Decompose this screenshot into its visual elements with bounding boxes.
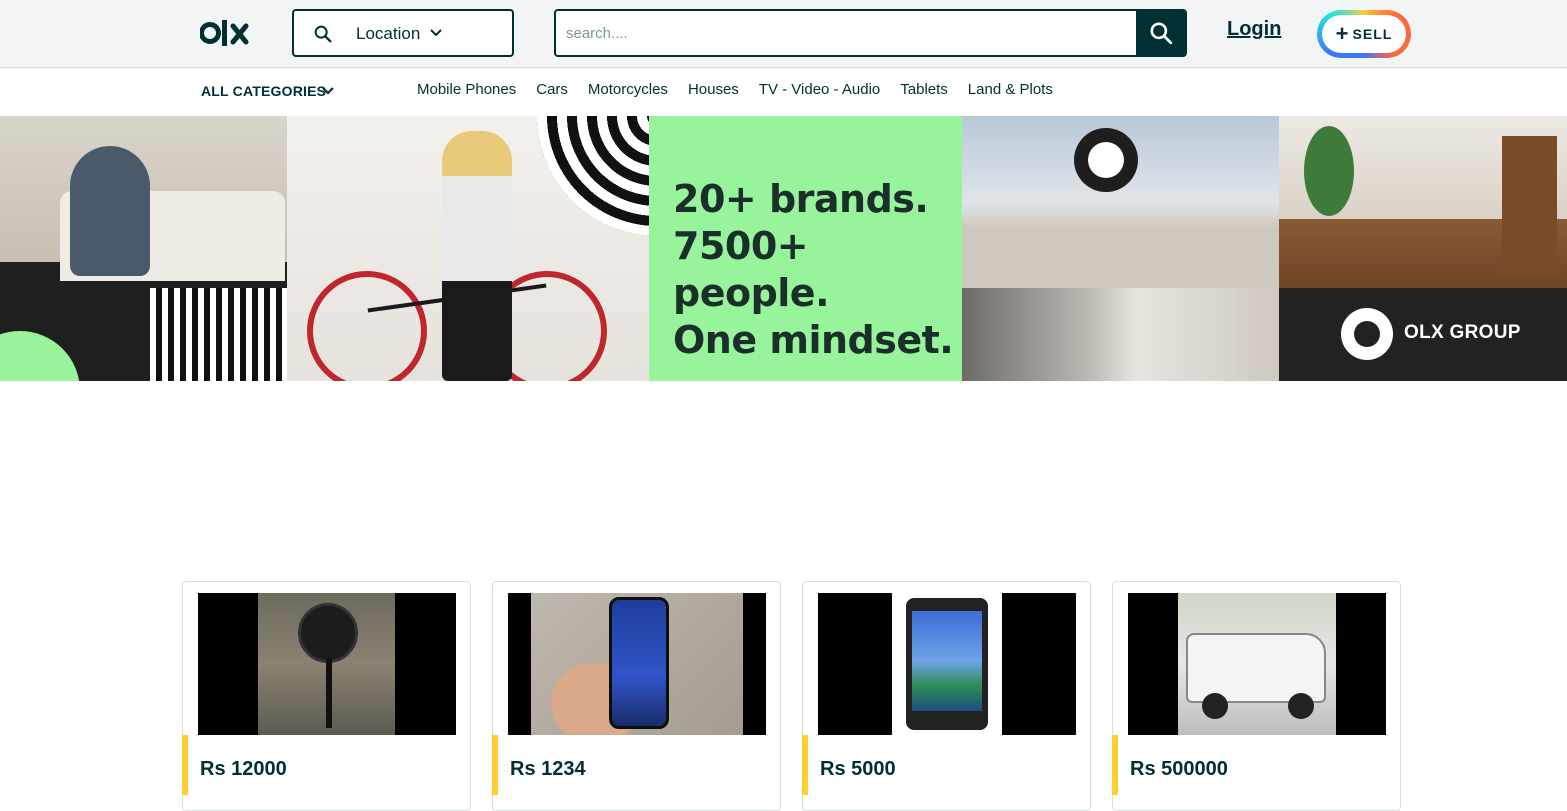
banner-group-logo-panel: OLX GROUP — [1279, 288, 1567, 381]
banner-room-photo — [1279, 116, 1567, 288]
plant-shape — [1304, 126, 1354, 216]
car-wheel — [1202, 693, 1228, 719]
price-accent — [182, 735, 188, 795]
listing-card[interactable]: Rs 12000 — [182, 581, 471, 811]
person-shape — [70, 146, 150, 276]
listing-grid: Rs 12000 Rs 1234 Rs 5000 Rs 500000 — [182, 581, 1401, 811]
car-image — [1178, 593, 1336, 735]
car-body — [1186, 633, 1326, 703]
olx-group-text: OLX GROUP — [1404, 322, 1521, 343]
listing-price: Rs 12000 — [200, 758, 287, 780]
olx-group-logo-icon — [1341, 308, 1393, 360]
smartphone-image — [531, 593, 743, 735]
search-input[interactable] — [556, 11, 1138, 55]
listing-image — [198, 593, 456, 735]
stripe-pattern — [150, 288, 287, 381]
promo-banner[interactable]: 20+ brands. 7500+ people. One mindset. O… — [0, 116, 1567, 381]
price-accent — [492, 735, 498, 795]
pedestal-fan-image — [258, 593, 395, 735]
banner-family-photo — [0, 116, 287, 381]
listing-image — [818, 593, 1076, 735]
category-link-cars[interactable]: Cars — [536, 81, 568, 98]
concentric-arcs — [537, 116, 649, 236]
search-button[interactable] — [1136, 11, 1185, 55]
category-bar: ALL CATEGORIES Mobile Phones Cars Motorc… — [0, 69, 1567, 116]
plus-icon: + — [1335, 21, 1349, 46]
price-accent — [802, 735, 808, 795]
listing-price: Rs 5000 — [820, 758, 896, 780]
slogan-line: 7500+ people. — [673, 224, 830, 315]
search-icon — [314, 25, 332, 43]
tablet-image — [892, 593, 1002, 735]
category-link-tablets[interactable]: Tablets — [900, 81, 948, 98]
listing-price: Rs 1234 — [510, 758, 586, 780]
price-accent — [1112, 735, 1118, 795]
sell-button-inner: + SELL — [1322, 15, 1406, 53]
car-wheel — [1288, 693, 1314, 719]
bike-wheel — [307, 271, 427, 381]
all-categories-button[interactable]: ALL CATEGORIES — [201, 83, 326, 99]
search-icon — [1149, 22, 1172, 45]
top-header: Location Login + SELL — [0, 0, 1567, 68]
listing-image — [508, 593, 766, 735]
login-link[interactable]: Login — [1227, 18, 1281, 41]
category-link-motorcycles[interactable]: Motorcycles — [588, 81, 668, 98]
category-links: Mobile Phones Cars Motorcycles Houses TV… — [417, 81, 1053, 98]
phone-shape — [609, 597, 669, 729]
shelf-shape — [1502, 136, 1557, 276]
fan-pole — [326, 658, 332, 728]
green-circle-shape — [0, 331, 80, 381]
location-selector[interactable]: Location — [292, 9, 514, 57]
category-link-houses[interactable]: Houses — [688, 81, 739, 98]
category-link-tv-video-audio[interactable]: TV - Video - Audio — [759, 81, 880, 98]
banner-bicycle-photo — [287, 116, 649, 381]
category-link-land-plots[interactable]: Land & Plots — [968, 81, 1053, 98]
listing-card[interactable]: Rs 500000 — [1112, 581, 1401, 811]
slogan-line: 20+ brands. — [673, 177, 929, 221]
woman-shape — [442, 131, 512, 381]
banner-car-photo — [962, 288, 1279, 381]
listing-card[interactable]: Rs 5000 — [802, 581, 1091, 811]
olx-group-mark — [1074, 128, 1138, 192]
chevron-down-icon[interactable] — [320, 83, 336, 99]
sell-button[interactable]: + SELL — [1317, 10, 1411, 58]
tablet-screen — [912, 611, 982, 711]
banner-office-photo — [962, 116, 1279, 288]
listing-card[interactable]: Rs 1234 — [492, 581, 781, 811]
banner-slogan: 20+ brands. 7500+ people. One mindset. — [673, 176, 962, 364]
olx-logo[interactable] — [200, 17, 256, 49]
listing-image — [1128, 593, 1386, 735]
slogan-line: One mindset. — [673, 318, 954, 362]
search-bar — [554, 9, 1187, 57]
chevron-down-icon — [430, 29, 442, 37]
location-label: Location — [356, 24, 421, 43]
fan-head — [298, 603, 358, 663]
category-link-mobile-phones[interactable]: Mobile Phones — [417, 81, 516, 98]
banner-slogan-panel: 20+ brands. 7500+ people. One mindset. — [649, 116, 962, 381]
listing-price: Rs 500000 — [1130, 758, 1228, 780]
sell-label: SELL — [1352, 26, 1393, 42]
